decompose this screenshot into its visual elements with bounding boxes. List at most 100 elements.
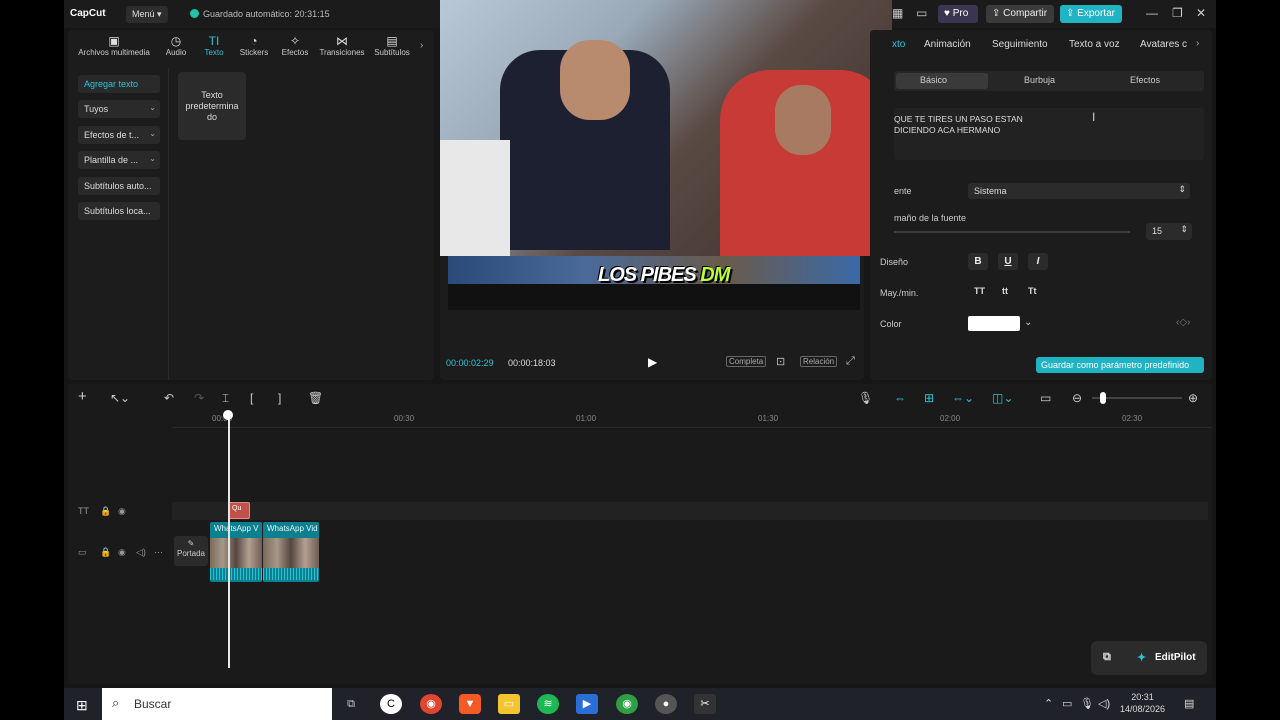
underline-button[interactable]: U: [998, 253, 1018, 270]
tab-transitions[interactable]: ⋈ Transiciones: [316, 34, 368, 64]
complete-button[interactable]: Completa: [726, 356, 767, 367]
tab-audio[interactable]: ◷ Audio: [158, 34, 194, 64]
spotify-icon[interactable]: ≋: [537, 694, 559, 714]
select-icon[interactable]: ↖⌄: [110, 391, 130, 405]
keyframe-icon[interactable]: ‹◇›: [1176, 317, 1190, 328]
eye-icon[interactable]: ◉: [118, 506, 126, 517]
magnet-icon[interactable]: ⊞: [924, 391, 934, 405]
system-clock[interactable]: 20:31 14/08/2026: [1120, 691, 1165, 715]
obs-icon[interactable]: ●: [655, 694, 677, 714]
tab-subtitles[interactable]: ▤ Subtítulos: [370, 34, 414, 64]
chevron-down-icon[interactable]: ⌄: [1024, 317, 1032, 328]
tab-tracking[interactable]: Seguimiento: [992, 39, 1048, 50]
trim-left-icon[interactable]: [: [250, 391, 253, 405]
undo-icon[interactable]: ↶: [164, 391, 174, 405]
chevron-right-icon[interactable]: ›: [1196, 38, 1199, 49]
subtab-basic[interactable]: Básico: [920, 75, 947, 85]
preview-axis-icon[interactable]: ◫⌄: [992, 391, 1013, 405]
microphone-icon[interactable]: 🎙: [858, 391, 873, 405]
notification-icon[interactable]: ▤: [1184, 697, 1194, 710]
split-icon[interactable]: ⌶: [222, 391, 229, 406]
font-size-slider[interactable]: [894, 231, 1130, 233]
font-size-input[interactable]: 15 ⇕: [1146, 223, 1192, 240]
taskbar-search[interactable]: ⌕ Buscar: [102, 688, 332, 720]
tab-text[interactable]: TI Texto: [196, 34, 232, 64]
sidebar-item-yours[interactable]: Tuyos ⌄: [78, 100, 160, 118]
tab-stickers[interactable]: ◔ Stickers: [234, 34, 274, 64]
task-view-icon[interactable]: ⧉: [340, 694, 362, 714]
tab-text-to-speech[interactable]: Texto a voz: [1069, 39, 1120, 50]
chrome-profile-icon[interactable]: ◉: [616, 694, 638, 714]
capcut-active-icon[interactable]: ✂: [694, 694, 716, 714]
save-preset-button[interactable]: Guardar como parámetro predefinido: [1036, 357, 1204, 373]
zoom-in-icon[interactable]: ⊕: [1188, 391, 1198, 405]
layout-icon[interactable]: ▦: [892, 6, 903, 20]
text-content-field[interactable]: QUE TE TIRES UN PASO ESTAN DICIENDO ACA …: [894, 108, 1204, 160]
sidebar-item-local-subtitles[interactable]: Subtítulos loca...: [78, 202, 160, 220]
tab-text-props[interactable]: xto: [892, 39, 905, 50]
media-player-icon[interactable]: ▶: [576, 694, 598, 714]
pro-button[interactable]: ♥ Pro: [938, 5, 978, 23]
delete-icon[interactable]: 🗑: [308, 391, 323, 405]
eye-icon[interactable]: ◉: [118, 547, 126, 558]
snap-icon[interactable]: ⇔⌄: [952, 391, 974, 405]
trim-right-icon[interactable]: ]: [278, 391, 281, 405]
export-button[interactable]: ⇪ Exportar: [1060, 5, 1122, 23]
subtab-bubble[interactable]: Burbuja: [1024, 75, 1055, 85]
folder-icon[interactable]: ▭: [498, 694, 520, 714]
ratio-button[interactable]: Relación: [800, 356, 838, 367]
sidebar-item-add-text[interactable]: Agregar texto: [78, 75, 160, 93]
subtab-effects[interactable]: Efectos: [1130, 75, 1160, 85]
microphone-tray-icon[interactable]: 🎙: [1080, 697, 1094, 710]
fullscreen-icon[interactable]: ⤢: [846, 355, 855, 368]
screen-icon[interactable]: ▭: [916, 6, 927, 20]
tab-effects[interactable]: ✧ Efectos: [276, 34, 314, 64]
sidebar-item-text-effects[interactable]: Efectos de t... ⌄: [78, 126, 160, 144]
default-text-tile[interactable]: Texto predetermina do: [178, 72, 246, 140]
audio-mute-icon[interactable]: ◁): [136, 547, 146, 558]
sidebar-item-auto-subtitles[interactable]: Subtítulos auto...: [78, 177, 160, 195]
network-icon[interactable]: ▭: [1062, 697, 1072, 710]
lock-icon[interactable]: 🔒: [100, 547, 111, 558]
play-button[interactable]: ▶: [648, 355, 657, 369]
close-icon[interactable]: ✕: [1196, 6, 1206, 20]
volume-icon[interactable]: ◁): [1098, 697, 1110, 710]
font-select[interactable]: Sistema ⇕: [968, 183, 1190, 199]
menu-button[interactable]: Menú ▾: [126, 6, 168, 23]
italic-button[interactable]: I: [1028, 253, 1048, 270]
video-clip[interactable]: WhatsApp V: [210, 522, 262, 582]
add-icon[interactable]: +: [78, 388, 87, 405]
more-icon[interactable]: ⋯: [154, 547, 163, 558]
titlecase-button[interactable]: Tt: [1028, 286, 1037, 296]
zoom-slider-handle[interactable]: [1100, 392, 1106, 404]
lock-icon[interactable]: 🔒: [100, 506, 111, 517]
brave-icon[interactable]: ▼: [459, 694, 481, 714]
zoom-out-icon[interactable]: ⊖: [1072, 391, 1082, 405]
chrome-icon[interactable]: ◉: [420, 694, 442, 714]
playhead[interactable]: [228, 412, 230, 668]
cover-button[interactable]: ✎ Portada: [174, 536, 208, 566]
editpilot-button[interactable]: ⧉ ✦ EditPilot: [1091, 641, 1207, 675]
bold-button[interactable]: B: [968, 253, 988, 270]
sidebar-item-template[interactable]: Plantilla de ... ⌄: [78, 151, 160, 169]
maximize-icon[interactable]: ❐: [1172, 6, 1183, 20]
tab-media[interactable]: ▣ Archivos multimedia: [72, 34, 156, 64]
uppercase-button[interactable]: TT: [974, 286, 985, 296]
chevron-up-icon[interactable]: ⌃: [1044, 697, 1053, 710]
redo-icon[interactable]: ↷: [194, 391, 204, 405]
captions-icon[interactable]: ▭: [1040, 391, 1051, 405]
capcut-taskbar-icon[interactable]: C: [380, 694, 402, 714]
tab-avatars[interactable]: Avatares c: [1140, 39, 1187, 50]
windows-start-icon[interactable]: ⊞: [76, 697, 88, 714]
playhead-handle[interactable]: [223, 410, 233, 420]
link-icon[interactable]: ⇔: [894, 391, 906, 405]
text-clip[interactable]: Qu: [228, 502, 250, 519]
color-swatch[interactable]: [968, 316, 1020, 331]
minimize-icon[interactable]: —: [1146, 6, 1158, 20]
video-clip[interactable]: WhatsApp Vid: [263, 522, 319, 582]
lowercase-button[interactable]: tt: [1002, 286, 1008, 296]
snapshot-icon[interactable]: ⊡: [776, 355, 785, 368]
share-button[interactable]: ⇪ Compartir: [986, 5, 1054, 23]
chevron-right-icon[interactable]: ›: [420, 40, 423, 51]
tab-animation[interactable]: Animación: [924, 39, 971, 50]
